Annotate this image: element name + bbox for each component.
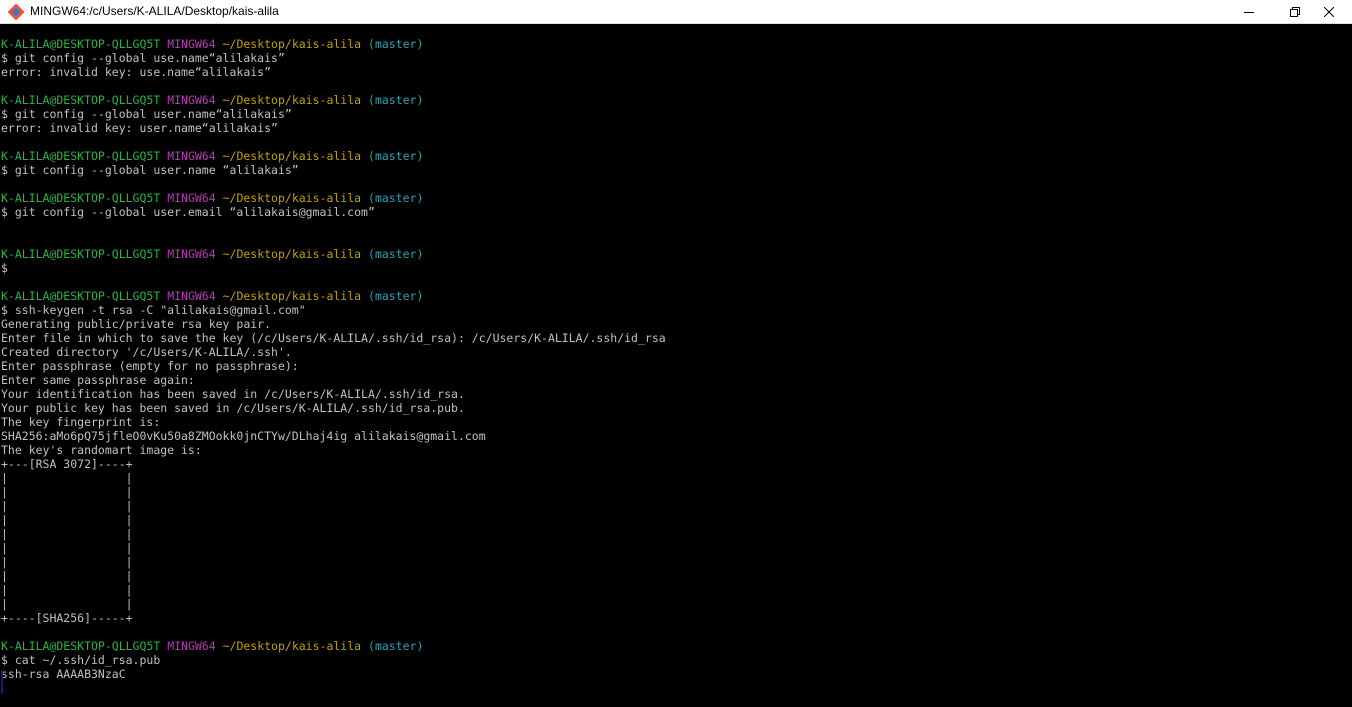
prompt-line: K-ALILA@DESKTOP-QLLGQ5T MINGW64 ~/Deskto…	[1, 149, 1339, 163]
terminal-line: | |	[1, 499, 133, 513]
prompt-user: K-ALILA@DESKTOP-QLLGQ5T	[1, 149, 161, 163]
terminal-line: Created directory '/c/Users/K-ALILA/.ssh…	[1, 345, 292, 359]
prompt-path: ~/Desktop/kais-alila	[222, 37, 362, 51]
terminal-line: | |	[1, 597, 133, 611]
prompt-line: K-ALILA@DESKTOP-QLLGQ5T MINGW64 ~/Deskto…	[1, 247, 1339, 261]
window-title-bar[interactable]: MINGW64:/c/Users/K-ALILA/Desktop/kais-al…	[0, 0, 1352, 24]
terminal-line: | |	[1, 527, 133, 541]
terminal-line: error: invalid key: use.name“alilakais”	[1, 65, 272, 79]
terminal-line: $ git config --global user.name “alilaka…	[1, 163, 299, 177]
prompt-system: MINGW64	[167, 37, 216, 51]
terminal-line: | |	[1, 569, 133, 583]
prompt-user: K-ALILA@DESKTOP-QLLGQ5T	[1, 289, 161, 303]
minimize-icon	[1244, 11, 1254, 13]
terminal-line: | |	[1, 555, 133, 569]
terminal-line: $	[1, 261, 8, 275]
terminal-line: +----[SHA256]-----+	[1, 611, 133, 625]
terminal-line: error: invalid key: user.name“alilakais”	[1, 121, 278, 135]
prompt-user: K-ALILA@DESKTOP-QLLGQ5T	[1, 191, 161, 205]
scrollbar-thumb[interactable]	[1345, 24, 1350, 654]
terminal-line: $ ssh-keygen -t rsa -C "alilakais@gmail.…	[1, 303, 306, 317]
prompt-branch: (master)	[368, 639, 424, 653]
prompt-branch: (master)	[368, 191, 424, 205]
prompt-branch: (master)	[368, 289, 424, 303]
prompt-system: MINGW64	[167, 93, 216, 107]
terminal-output[interactable]: K-ALILA@DESKTOP-QLLGQ5T MINGW64 ~/Deskto…	[1, 37, 1339, 697]
minimize-button[interactable]	[1226, 0, 1272, 23]
close-button[interactable]	[1306, 0, 1352, 23]
prompt-path: ~/Desktop/kais-alila	[222, 639, 362, 653]
restore-icon	[1290, 6, 1300, 17]
terminal-line: $ git config --global user.email “alilak…	[1, 205, 375, 219]
prompt-branch: (master)	[368, 37, 424, 51]
scrollbar[interactable]	[1342, 24, 1352, 707]
prompt-user: K-ALILA@DESKTOP-QLLGQ5T	[1, 639, 161, 653]
prompt-line: K-ALILA@DESKTOP-QLLGQ5T MINGW64 ~/Deskto…	[1, 639, 1339, 653]
terminal-line: $ git config --global use.name“alilakais…	[1, 51, 285, 65]
prompt-branch: (master)	[368, 93, 424, 107]
prompt-path: ~/Desktop/kais-alila	[222, 247, 362, 261]
prompt-user: K-ALILA@DESKTOP-QLLGQ5T	[1, 37, 161, 51]
prompt-line: K-ALILA@DESKTOP-QLLGQ5T MINGW64 ~/Deskto…	[1, 37, 1339, 51]
terminal-line: | |	[1, 583, 133, 597]
prompt-branch: (master)	[368, 247, 424, 261]
terminal-line: ssh-rsa AAAAB3NzaC	[1, 667, 126, 681]
terminal-line: | |	[1, 485, 133, 499]
terminal-line: Your identification has been saved in /c…	[1, 387, 465, 401]
terminal-line: | |	[1, 471, 133, 485]
terminal-line: The key fingerprint is:	[1, 415, 161, 429]
terminal-line: $ git config --global user.name“alilakai…	[1, 107, 292, 121]
terminal-line: | |	[1, 513, 133, 527]
prompt-user: K-ALILA@DESKTOP-QLLGQ5T	[1, 93, 161, 107]
prompt-path: ~/Desktop/kais-alila	[222, 191, 362, 205]
close-icon	[1324, 6, 1334, 17]
terminal-line: Enter file in which to save the key (/c/…	[1, 331, 666, 345]
terminal-line: The key's randomart image is:	[1, 443, 202, 457]
prompt-path: ~/Desktop/kais-alila	[222, 289, 362, 303]
terminal-line: Your public key has been saved in /c/Use…	[1, 401, 465, 415]
git-bash-icon	[8, 4, 24, 20]
prompt-branch: (master)	[368, 149, 424, 163]
prompt-system: MINGW64	[167, 289, 216, 303]
terminal-line: | |	[1, 541, 133, 555]
terminal-line: SHA256:aMo6pQ75jfleO0vKu50a8ZMOokk0jnCTY…	[1, 429, 486, 443]
prompt-line: K-ALILA@DESKTOP-QLLGQ5T MINGW64 ~/Deskto…	[1, 93, 1339, 107]
terminal-line: +---[RSA 3072]----+	[1, 457, 133, 471]
window-title: MINGW64:/c/Users/K-ALILA/Desktop/kais-al…	[30, 4, 279, 18]
terminal-cursor	[1, 670, 3, 694]
prompt-user: K-ALILA@DESKTOP-QLLGQ5T	[1, 247, 161, 261]
prompt-line: K-ALILA@DESKTOP-QLLGQ5T MINGW64 ~/Deskto…	[1, 191, 1339, 205]
prompt-path: ~/Desktop/kais-alila	[222, 93, 362, 107]
prompt-path: ~/Desktop/kais-alila	[222, 149, 362, 163]
terminal-line: Enter same passphrase again:	[1, 373, 195, 387]
terminal-line: Generating public/private rsa key pair.	[1, 317, 272, 331]
prompt-system: MINGW64	[167, 247, 216, 261]
prompt-system: MINGW64	[167, 149, 216, 163]
terminal-line: $ cat ~/.ssh/id_rsa.pub	[1, 653, 161, 667]
prompt-system: MINGW64	[167, 639, 216, 653]
prompt-line: K-ALILA@DESKTOP-QLLGQ5T MINGW64 ~/Deskto…	[1, 289, 1339, 303]
terminal-line: Enter passphrase (empty for no passphras…	[1, 359, 299, 373]
prompt-system: MINGW64	[167, 191, 216, 205]
